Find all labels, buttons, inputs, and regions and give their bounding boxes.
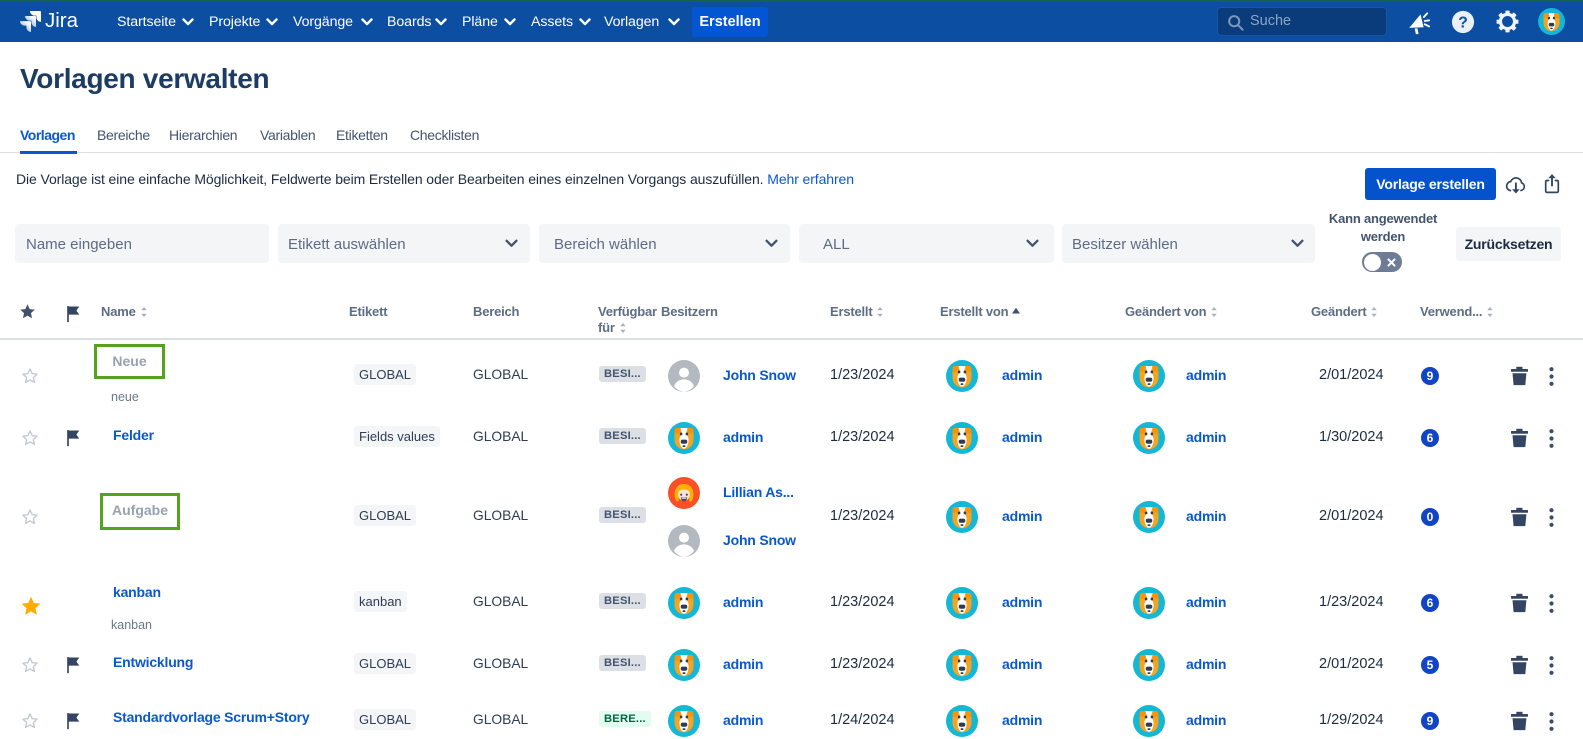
svg-text:?: ? <box>1458 15 1468 32</box>
